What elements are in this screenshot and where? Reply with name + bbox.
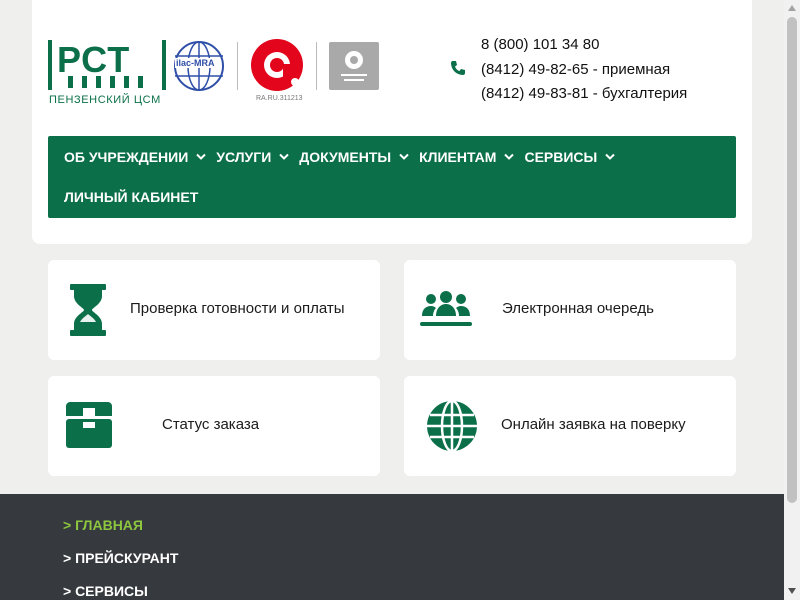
service-label: Онлайн заявка на поверку bbox=[501, 416, 686, 433]
nav-about[interactable]: ОБ УЧРЕЖДЕНИИ bbox=[64, 149, 206, 165]
gear-emblem-icon bbox=[341, 51, 367, 81]
phone-list: 8 (800) 101 34 80 (8412) 49-82-65 - прие… bbox=[481, 33, 687, 107]
scroll-up-arrow-icon[interactable] bbox=[788, 5, 796, 11]
nav-clients-label: КЛИЕНТАМ bbox=[419, 149, 497, 165]
scroll-down-arrow-icon[interactable] bbox=[788, 588, 796, 594]
nav-documents[interactable]: ДОКУМЕНТЫ bbox=[299, 149, 409, 165]
phone-reception[interactable]: (8412) 49-82-65 - приемная bbox=[481, 58, 687, 83]
service-card-queue[interactable]: Электронная очередь bbox=[404, 260, 736, 360]
divider bbox=[237, 42, 238, 90]
divider bbox=[316, 42, 317, 90]
accreditation-number: RA.RU.311213 bbox=[256, 95, 303, 102]
rst-logo[interactable]: РСТ ПЕНЗЕНСКИЙ ЦСМ bbox=[48, 38, 170, 110]
scroll-thumb[interactable] bbox=[787, 17, 797, 503]
chevron-down-icon bbox=[279, 153, 289, 160]
service-label: Проверка готовности и оплаты bbox=[130, 300, 345, 317]
footer: > ГЛАВНАЯ > ПРЕЙСКУРАНТ > СЕРВИСЫ bbox=[0, 494, 784, 600]
main-nav: ОБ УЧРЕЖДЕНИИ УСЛУГИ ДОКУМЕНТЫ КЛИЕНТАМ … bbox=[48, 136, 736, 218]
service-card-order-status[interactable]: Статус заказа bbox=[48, 376, 380, 476]
footer-link-home[interactable]: > ГЛАВНАЯ bbox=[63, 517, 143, 533]
chevron-down-icon bbox=[504, 153, 515, 160]
service-card-verification-request[interactable]: Онлайн заявка на поверку bbox=[404, 376, 736, 476]
nav-online-services-label: СЕРВИСЫ bbox=[524, 149, 598, 165]
chevron-down-icon bbox=[605, 153, 615, 160]
header: РСТ ПЕНЗЕНСКИЙ ЦСМ ilac-MRA RA.RU.311213 bbox=[32, 0, 752, 244]
certification-badge bbox=[329, 42, 379, 90]
scrollbar[interactable] bbox=[784, 0, 800, 600]
footer-link-services[interactable]: > СЕРВИСЫ bbox=[63, 583, 148, 599]
logo-subtitle: ПЕНЗЕНСКИЙ ЦСМ bbox=[49, 94, 161, 106]
footer-link-price-list[interactable]: > ПРЕЙСКУРАНТ bbox=[63, 550, 178, 566]
people-queue-icon bbox=[420, 291, 472, 326]
nav-online-services[interactable]: СЕРВИСЫ bbox=[524, 149, 615, 165]
rst-brand-text: РСТ bbox=[57, 39, 130, 80]
box-icon bbox=[66, 402, 112, 448]
chevron-down-icon bbox=[399, 153, 409, 160]
nav-documents-label: ДОКУМЕНТЫ bbox=[299, 149, 392, 165]
hourglass-icon bbox=[70, 284, 106, 336]
phone-icon bbox=[451, 61, 465, 75]
service-label: Электронная очередь bbox=[502, 300, 654, 317]
service-label: Статус заказа bbox=[162, 416, 260, 433]
nav-services[interactable]: УСЛУГИ bbox=[216, 149, 289, 165]
nav-clients[interactable]: КЛИЕНТАМ bbox=[419, 149, 515, 165]
globe-icon bbox=[427, 400, 477, 452]
ilac-label: ilac-MRA bbox=[175, 58, 216, 68]
accreditation-logo bbox=[251, 39, 303, 91]
nav-about-label: ОБ УЧРЕЖДЕНИИ bbox=[64, 149, 189, 165]
nav-personal-account-label: ЛИЧНЫЙ КАБИНЕТ bbox=[64, 189, 199, 205]
service-card-readiness[interactable]: Проверка готовности и оплаты bbox=[48, 260, 380, 360]
rst-logo-mark: РСТ bbox=[48, 39, 166, 90]
nav-services-label: УСЛУГИ bbox=[216, 149, 272, 165]
chevron-down-icon bbox=[196, 153, 206, 160]
nav-personal-account[interactable]: ЛИЧНЫЙ КАБИНЕТ bbox=[64, 189, 198, 205]
phone-accounting[interactable]: (8412) 49-83-81 - бухгалтерия bbox=[481, 82, 687, 107]
phone-hotline[interactable]: 8 (800) 101 34 80 bbox=[481, 33, 687, 58]
